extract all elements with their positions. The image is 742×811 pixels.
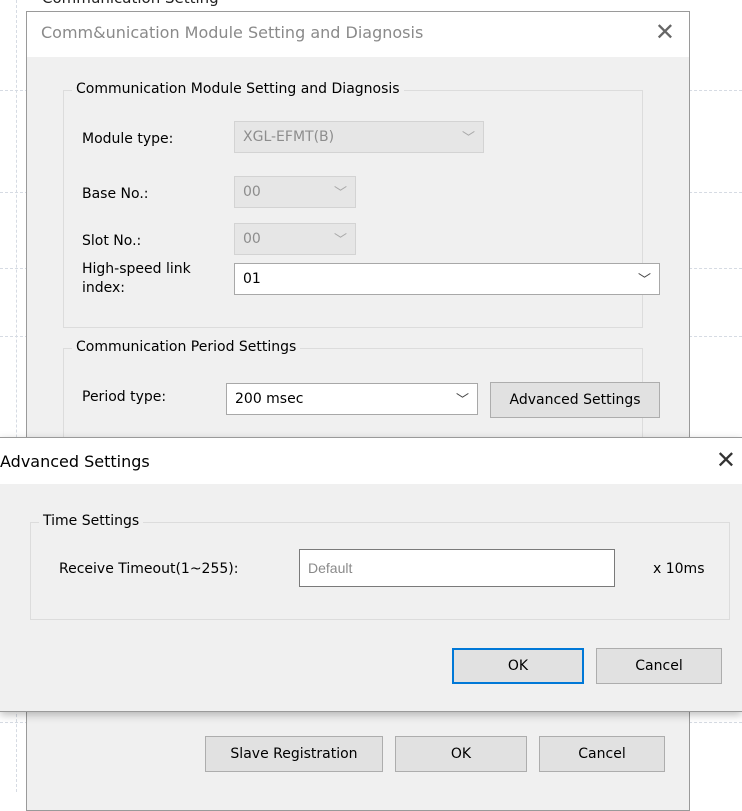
chevron-down-icon: ﹀ [455,393,469,408]
module-type-select: XGL-EFMT(B) ﹀ [234,121,484,153]
slot-no-label: Slot No.: [82,233,142,249]
module-settings-group: Communication Module Setting and Diagnos… [63,81,660,328]
background-caption: Communication Setting [42,0,342,11]
period-type-select[interactable]: 200 msec ﹀ [226,383,478,415]
hs-link-label-line2: index: [82,280,126,296]
advanced-ok-button[interactable]: OK [452,648,584,684]
chevron-down-icon: ﹀ [333,186,347,201]
hs-link-label-line1: High-speed link [82,261,191,277]
advanced-settings-dialog: Advanced Settings ✕ Time Settings Receiv… [0,437,742,712]
hs-link-value: 01 [243,271,261,287]
advanced-settings-button[interactable]: Advanced Settings [490,382,660,418]
slot-no-value: 00 [243,231,261,247]
timeout-unit-label: x 10ms [653,561,705,577]
chevron-down-icon: ﹀ [637,273,651,288]
ok-button[interactable]: OK [395,736,527,772]
chevron-down-icon: ﹀ [333,233,347,248]
close-icon[interactable]: ✕ [655,20,675,44]
base-no-label: Base No.: [82,186,149,202]
advanced-cancel-button[interactable]: Cancel [596,648,722,684]
hs-link-select[interactable]: 01 ﹀ [234,263,660,295]
group-caption: Communication Module Setting and Diagnos… [72,81,404,97]
chevron-down-icon: ﹀ [461,131,475,146]
close-icon[interactable]: ✕ [716,448,736,472]
slot-no-select: 00 ﹀ [234,223,356,255]
base-no-value: 00 [243,184,261,200]
dialog-title: Comm&unication Module Setting and Diagno… [41,23,424,42]
time-settings-group: Time Settings Receive Timeout(1~255): x … [30,513,730,620]
receive-timeout-label: Receive Timeout(1~255): [59,561,239,577]
cancel-button[interactable]: Cancel [539,736,665,772]
advanced-titlebar: Advanced Settings ✕ [0,438,742,484]
group-caption: Time Settings [39,513,144,529]
advanced-dialog-title: Advanced Settings [0,452,150,471]
receive-timeout-input[interactable] [299,549,615,587]
period-type-label: Period type: [82,389,167,405]
period-type-value: 200 msec [235,391,304,407]
slave-registration-button[interactable]: Slave Registration [205,736,383,772]
module-type-label: Module type: [82,131,174,147]
group-caption: Communication Period Settings [72,339,301,355]
base-no-select: 00 ﹀ [234,176,356,208]
module-type-value: XGL-EFMT(B) [243,129,335,145]
dialog-titlebar: Comm&unication Module Setting and Diagno… [27,12,689,57]
